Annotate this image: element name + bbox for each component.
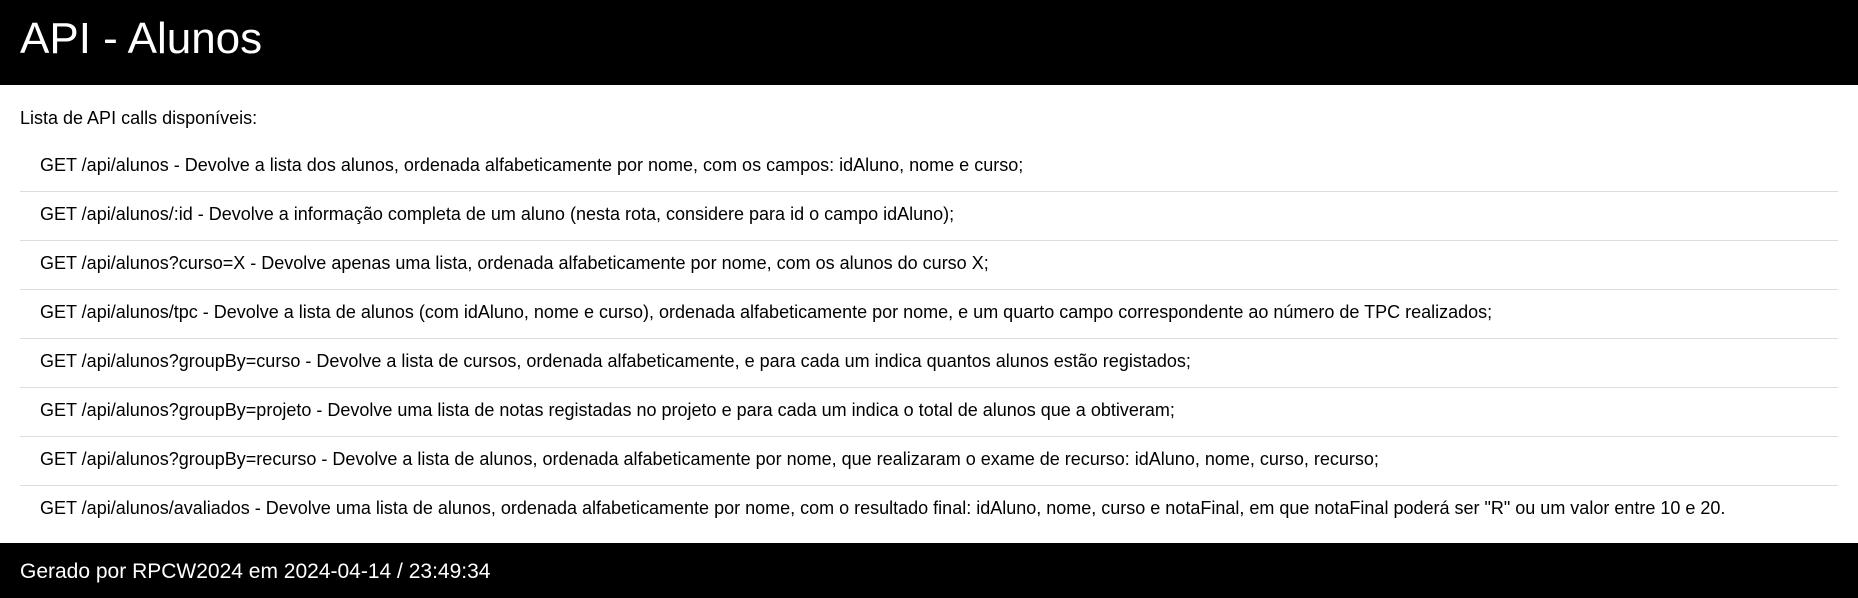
footer-text: Gerado por RPCW2024 em 2024-04-14 / 23:4… — [20, 560, 491, 583]
api-call-item: GET /api/alunos/avaliados - Devolve uma … — [40, 498, 1726, 518]
main-content: Lista de API calls disponíveis: GET /api… — [0, 85, 1858, 543]
api-call-item: GET /api/alunos?groupBy=projeto - Devolv… — [20, 388, 1838, 437]
api-call-list: GET /api/alunos - Devolve a lista dos al… — [20, 143, 1838, 535]
api-call-item: GET /api/alunos?curso=X - Devolve apenas… — [20, 241, 1838, 290]
page: API - Alunos Lista de API calls disponív… — [0, 0, 1858, 598]
api-list-intro: Lista de API calls disponíveis: — [20, 108, 258, 128]
page-footer: Gerado por RPCW2024 em 2024-04-14 / 23:4… — [0, 543, 1858, 598]
api-call-item: GET /api/alunos/:id - Devolve a informaç… — [20, 192, 1838, 241]
api-call-item: GET /api/alunos - Devolve a lista dos al… — [20, 143, 1838, 192]
api-call-item: GET /api/alunos?groupBy=curso - Devolve … — [20, 339, 1838, 388]
api-call-item: GET /api/alunos?groupBy=recurso - Devolv… — [20, 437, 1838, 486]
api-call-item: GET /api/alunos/tpc - Devolve a lista de… — [20, 290, 1838, 339]
page-header: API - Alunos — [0, 0, 1858, 85]
page-title: API - Alunos — [20, 14, 263, 63]
